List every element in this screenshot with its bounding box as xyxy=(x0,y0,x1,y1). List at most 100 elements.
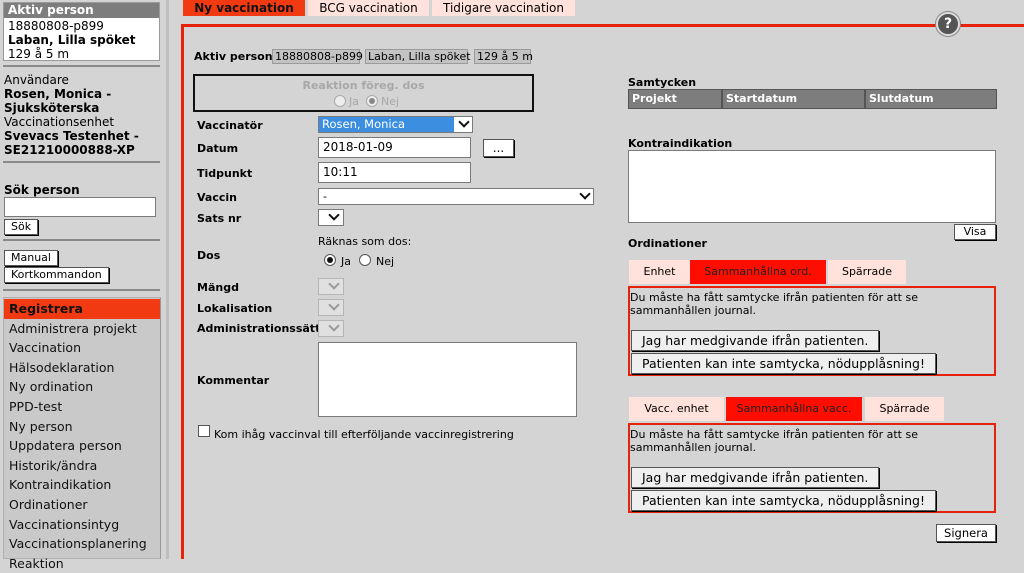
mangd-select[interactable] xyxy=(318,278,344,295)
kommentar-label: Kommentar xyxy=(197,374,270,387)
vaccin-value: - xyxy=(323,190,327,203)
lokalisation-select[interactable] xyxy=(318,299,344,316)
help-icon[interactable]: ? xyxy=(936,12,960,36)
dos-ja-label: Ja xyxy=(341,255,351,268)
tidpunkt-label: Tidpunkt xyxy=(197,167,253,180)
menu-item-ny-person[interactable]: Ny person xyxy=(4,417,160,437)
menu-item-kontraindikation[interactable]: Kontraindikation xyxy=(4,475,160,495)
active-person-id-chip: 18880808-p899 xyxy=(272,49,363,64)
tab-bcg-vaccination[interactable]: BCG vaccination xyxy=(308,0,429,16)
tab-enhet[interactable]: Enhet xyxy=(629,260,690,284)
active-person-label: Aktiv person xyxy=(194,50,273,63)
vaccin-select[interactable]: - xyxy=(318,188,594,205)
dos-nej-label: Nej xyxy=(376,255,395,268)
reaction-ja-radio[interactable] xyxy=(334,95,346,107)
date-picker-button[interactable]: ... xyxy=(483,139,514,157)
signera-button[interactable]: Signera xyxy=(936,524,996,542)
consent-granted-button[interactable]: Jag har medgivande ifrån patienten. xyxy=(631,330,880,351)
emergency-unlock-button[interactable]: Patienten kan inte samtycka, nödupplåsni… xyxy=(631,490,936,511)
chevron-down-icon xyxy=(327,299,343,315)
administrationssatt-label: Administrationssätt xyxy=(197,322,321,335)
manual-button[interactable]: Manual xyxy=(4,250,58,266)
ordinationer-label: Ordinationer xyxy=(628,237,707,250)
samtycken-col-startdatum: Startdatum xyxy=(722,89,865,109)
consent-granted-button[interactable]: Jag har medgivande ifrån patienten. xyxy=(631,467,880,488)
tab-sparrade-ord[interactable]: Spärrade xyxy=(828,260,906,284)
samtycken-col-projekt: Projekt xyxy=(628,89,722,109)
dos-ja-radio[interactable] xyxy=(324,254,336,266)
datum-input[interactable]: 2018-01-09 xyxy=(318,137,471,158)
user-name-line2: Sjuksköterska xyxy=(4,101,100,115)
administrationssatt-select[interactable] xyxy=(318,320,344,337)
emergency-unlock-button[interactable]: Patienten kan inte samtycka, nödupplåsni… xyxy=(631,353,936,374)
visa-button[interactable]: Visa xyxy=(954,224,996,240)
tidpunkt-input[interactable]: 10:11 xyxy=(318,162,471,183)
menu-item-uppdatera-person[interactable]: Uppdatera person xyxy=(4,436,160,456)
chevron-down-icon xyxy=(577,188,593,204)
search-button[interactable]: Sök xyxy=(4,219,39,235)
divider xyxy=(3,161,160,163)
tab-vacc-enhet[interactable]: Vacc. enhet xyxy=(629,397,724,421)
active-person-header: Aktiv person xyxy=(4,3,159,18)
active-person-box: Aktiv person 18880808-p899 Laban, Lilla … xyxy=(3,2,160,61)
nav-menu: Registrera Administrera projekt Vaccinat… xyxy=(3,297,161,571)
menu-item-halsodeklaration[interactable]: Hälsodeklaration xyxy=(4,358,160,378)
active-person-id: 18880808-p899 xyxy=(8,19,104,33)
menu-item-ppd-test[interactable]: PPD-test xyxy=(4,397,160,417)
vaccinator-value: Rosen, Monica xyxy=(322,117,405,131)
vaccinator-select[interactable]: Rosen, Monica xyxy=(318,116,473,133)
reaction-nej-radio[interactable] xyxy=(366,95,378,107)
reaction-nej-label: Nej xyxy=(381,95,400,108)
consent-message: Du måste ha fått samtycke ifrån patiente… xyxy=(630,291,918,317)
search-person-label: Sök person xyxy=(4,183,80,197)
shortcuts-button[interactable]: Kortkommandon xyxy=(4,267,109,283)
remember-vaccine-checkbox[interactable] xyxy=(198,425,210,437)
divider xyxy=(3,289,160,291)
menu-item-ordinationer[interactable]: Ordinationer xyxy=(4,495,160,515)
chevron-down-icon xyxy=(327,278,343,294)
unit-line1: Svevacs Testenhet - xyxy=(4,129,139,143)
datum-label: Datum xyxy=(197,142,239,155)
remember-vaccine-label: Kom ihåg vaccinval till efterföljande va… xyxy=(214,428,514,441)
search-person-input[interactable] xyxy=(4,197,156,217)
vaccin-label: Vaccin xyxy=(197,191,237,204)
unit-label: Vaccinationsenhet xyxy=(4,115,115,129)
reaction-previous-dose-box: Reaktion föreg. dos Ja Nej xyxy=(193,74,534,112)
kommentar-textarea[interactable] xyxy=(318,342,577,417)
raknas-som-dos-label: Räknas som dos: xyxy=(318,235,412,248)
content-top-border xyxy=(183,24,1024,27)
active-person-age: 129 å 5 m xyxy=(8,47,70,61)
dos-nej-radio[interactable] xyxy=(359,254,371,266)
sats-select[interactable] xyxy=(318,209,344,226)
kontraindikation-label: Kontraindikation xyxy=(628,137,733,150)
user-name-line1: Rosen, Monica - xyxy=(4,87,112,101)
reaction-ja-label: Ja xyxy=(349,95,359,108)
content-left-border xyxy=(181,24,184,559)
tab-sammanhallna-vacc[interactable]: Sammanhållna vacc. xyxy=(726,397,862,421)
menu-item-ny-ordination[interactable]: Ny ordination xyxy=(4,377,160,397)
kontraindikation-box xyxy=(628,150,996,223)
sidebar: Aktiv person 18880808-p899 Laban, Lilla … xyxy=(0,0,168,571)
divider xyxy=(3,65,160,67)
reaction-previous-dose-label: Reaktion föreg. dos xyxy=(302,79,425,92)
vaccinator-label: Vaccinatör xyxy=(197,119,263,132)
chevron-down-icon xyxy=(454,116,472,132)
samtycken-col-slutdatum: Slutdatum xyxy=(865,89,997,109)
menu-item-administrera-projekt[interactable]: Administrera projekt xyxy=(4,319,160,339)
active-person-name-chip: Laban, Lilla spöket xyxy=(365,49,471,64)
tab-sparrade-vacc[interactable]: Spärrade xyxy=(865,397,944,421)
menu-item-vaccination[interactable]: Vaccination xyxy=(4,338,160,358)
divider xyxy=(3,239,160,241)
tab-ny-vaccination[interactable]: Ny vaccination xyxy=(183,0,305,16)
menu-item-reaktion[interactable]: Reaktion xyxy=(4,554,160,573)
mangd-label: Mängd xyxy=(197,281,239,294)
vaccination-consent-panel: Du måste ha fått samtycke ifrån patiente… xyxy=(628,423,996,513)
menu-item-vaccinationsintyg[interactable]: Vaccinationsintyg xyxy=(4,515,160,535)
active-person-age-chip: 129 å 5 m xyxy=(474,49,533,64)
menu-item-registrera[interactable]: Registrera xyxy=(4,299,160,319)
tab-sammanhallna-ord[interactable]: Sammanhållna ord. xyxy=(690,260,826,284)
menu-item-historik[interactable]: Historik/ändra xyxy=(4,456,160,476)
menu-item-vaccinationsplanering[interactable]: Vaccinationsplanering xyxy=(4,534,160,554)
tab-tidigare-vaccination[interactable]: Tidigare vaccination xyxy=(432,0,575,16)
chevron-down-icon xyxy=(327,320,343,336)
